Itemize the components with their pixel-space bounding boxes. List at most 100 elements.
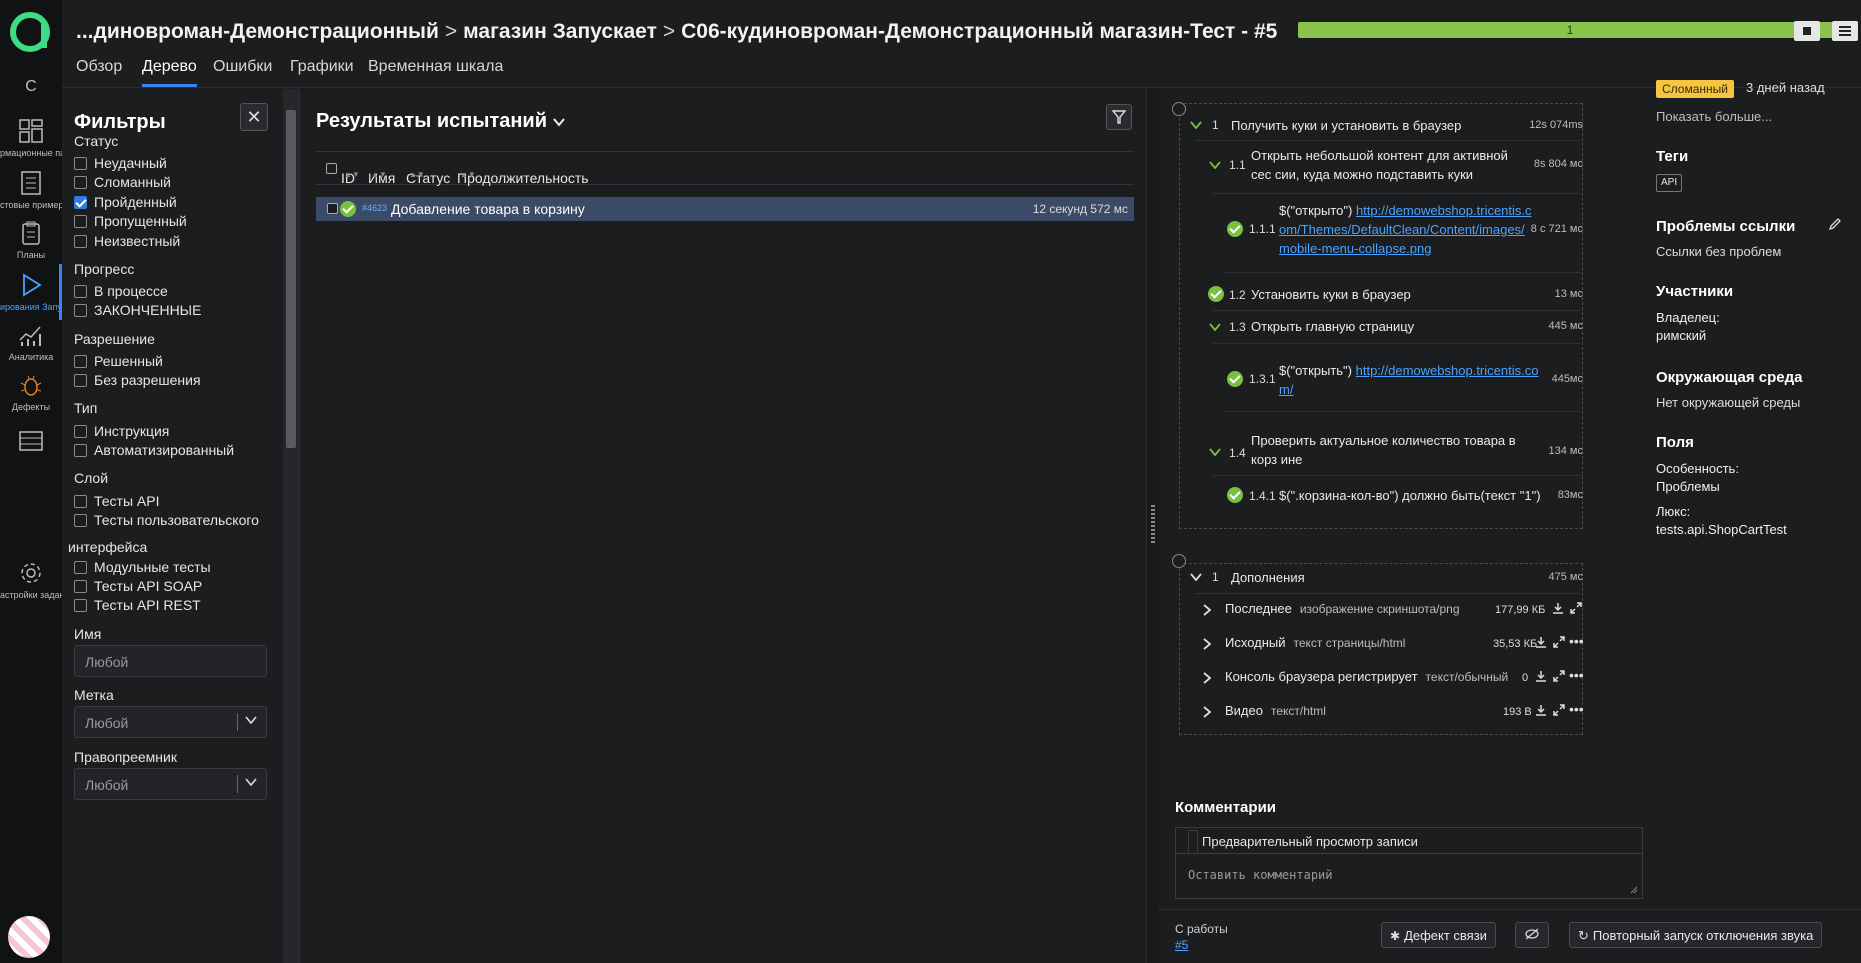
row-checkbox[interactable] — [327, 203, 338, 214]
expand-icon[interactable] — [1553, 636, 1565, 648]
filter-option[interactable]: Неудачный — [74, 155, 167, 171]
tab-tree[interactable]: Дерево — [142, 58, 197, 87]
select-all-checkbox[interactable] — [326, 163, 337, 174]
table-row[interactable]: #4623 Добавление товара в корзину 12 сек… — [316, 197, 1134, 221]
filter-option[interactable]: Тесты пользовательского — [74, 512, 259, 528]
expand-icon[interactable] — [1570, 602, 1582, 614]
sidebar-item-test-cases[interactable]: стовые примеры — [0, 170, 62, 210]
tag-badge[interactable]: API — [1656, 174, 1683, 192]
menu-button[interactable] — [1832, 21, 1858, 41]
download-icon[interactable] — [1535, 704, 1547, 716]
tab-timeline[interactable]: Временная шкала — [368, 58, 503, 84]
filter-option[interactable]: Пропущенный — [74, 213, 187, 229]
step-link[interactable]: http://demowebshop.tricentis.c — [1356, 203, 1532, 218]
drag-handle-icon[interactable] — [1151, 505, 1155, 545]
sidebar-item-dashboards[interactable]: рмационные панели — [0, 118, 62, 158]
sidebar-item-settings[interactable]: астройки заданий — [0, 560, 62, 600]
avatar[interactable] — [8, 916, 50, 958]
filter-option[interactable]: В процессе — [74, 283, 168, 299]
close-filters-button[interactable]: ✕ — [240, 103, 268, 131]
more-options-icon[interactable]: ••• — [1569, 667, 1584, 683]
checkbox[interactable] — [74, 495, 87, 508]
checkbox[interactable] — [74, 514, 87, 527]
checkbox[interactable] — [74, 235, 87, 248]
tab-charts[interactable]: Графики — [290, 58, 354, 84]
filter-option[interactable]: Сломанный — [74, 174, 171, 190]
resize-handle-icon[interactable] — [1630, 886, 1638, 894]
name-filter-input[interactable]: Любой — [74, 645, 267, 677]
show-more-link[interactable]: Показать больше... — [1656, 109, 1772, 124]
checkbox-checked[interactable] — [74, 196, 87, 209]
checkbox[interactable] — [74, 561, 87, 574]
tab-errors[interactable]: Ошибки — [213, 58, 272, 84]
tab-overview[interactable]: Обзор — [76, 58, 122, 84]
filter-option[interactable]: Модульные тесты — [74, 559, 211, 575]
rerun-button[interactable]: ↻ Повторный запуск отключения звука — [1569, 922, 1823, 948]
filter-option[interactable]: Тесты API REST — [74, 597, 201, 613]
checkbox[interactable] — [74, 580, 87, 593]
download-icon[interactable] — [1535, 670, 1547, 682]
sidebar-item-table[interactable] — [0, 428, 62, 458]
step-link[interactable]: m/ — [1279, 382, 1293, 397]
sidebar-item-defects[interactable]: Дефекты — [0, 372, 62, 412]
filter-option[interactable]: Неизвестный — [74, 233, 180, 249]
checkbox[interactable] — [74, 599, 87, 612]
checkbox[interactable] — [74, 374, 87, 387]
step-row[interactable]: 1.4 Проверить актуальное количество това… — [1159, 431, 1583, 471]
breadcrumb-project[interactable]: ...диновроман-Демонстрационный — [76, 20, 439, 43]
breadcrumb-launch[interactable]: магазин Запускает — [463, 20, 657, 43]
step-link[interactable]: mobile-menu-collapse.png — [1279, 241, 1431, 256]
step-link[interactable]: http://demowebshop.tricentis.co — [1356, 363, 1539, 378]
checkbox[interactable] — [74, 215, 87, 228]
checkbox[interactable] — [74, 285, 87, 298]
step-row[interactable]: 1.1 Открыть небольшой контент для активн… — [1159, 146, 1583, 186]
stop-button[interactable] — [1794, 21, 1820, 41]
sidebar-item-launches[interactable]: ирования Запуски — [0, 264, 62, 320]
attachment-row[interactable]: Последнее изображение скриншота/png — [1203, 601, 1460, 616]
step-row[interactable]: 1.3 Открыть главную страницу 445 мс — [1159, 317, 1583, 337]
sidebar-item-plans[interactable]: Планы — [0, 220, 62, 260]
expand-icon[interactable] — [1553, 670, 1565, 682]
attachments-row[interactable]: 1 Дополнения 475 мс — [1159, 568, 1583, 588]
checkbox[interactable] — [74, 304, 87, 317]
step-link[interactable]: om/Themes/DefaultClean/Content/images/ — [1279, 222, 1525, 237]
more-options-icon[interactable]: ••• — [1569, 701, 1584, 717]
filter-option[interactable]: Решенный — [74, 353, 163, 369]
project-letter[interactable]: C — [0, 78, 62, 96]
step-row[interactable]: 1 Получить куки и установить в браузер 1… — [1159, 116, 1583, 136]
results-title[interactable]: Результаты испытаний — [316, 110, 565, 133]
sidebar-item-analytics[interactable]: Аналитика — [0, 322, 62, 362]
from-job-link[interactable]: #5 — [1175, 938, 1188, 952]
filter-option[interactable]: Тесты API SOAP — [74, 578, 202, 594]
assignee-filter-select[interactable]: Любой — [74, 768, 267, 800]
mute-button[interactable] — [1515, 922, 1549, 948]
tag-filter-select[interactable]: Любой — [74, 706, 267, 738]
filter-option[interactable]: ЗАКОНЧЕННЫЕ — [74, 302, 201, 318]
tab-write[interactable] — [1188, 830, 1198, 852]
checkbox[interactable] — [74, 355, 87, 368]
tab-preview[interactable]: Предварительный просмотр записи — [1202, 834, 1418, 849]
comment-input[interactable]: Оставить комментарий — [1188, 868, 1333, 882]
link-defect-button[interactable]: ✱ Дефект связи — [1381, 922, 1496, 948]
attachment-row[interactable]: Исходный текст страницы/html — [1203, 635, 1405, 650]
download-icon[interactable] — [1552, 602, 1564, 614]
filter-option[interactable]: Автоматизированный — [74, 442, 234, 458]
checkbox[interactable] — [74, 157, 87, 170]
filter-option[interactable]: Тесты API — [74, 493, 159, 509]
filter-toggle-button[interactable] — [1106, 104, 1132, 130]
step-row[interactable]: 1.2 Установить куки в браузер 13 мс — [1159, 285, 1583, 305]
download-icon[interactable] — [1535, 636, 1547, 648]
expand-icon[interactable] — [1553, 704, 1565, 716]
step-row[interactable]: 1.4.1 $(".корзина-кол-во") должно быть(т… — [1159, 486, 1583, 506]
filters-scrollbar-thumb[interactable] — [286, 110, 296, 448]
step-row[interactable]: 1.1.1 $("открыто") http://demowebshop.tr… — [1159, 201, 1583, 263]
filter-option[interactable]: Пройденный — [74, 194, 177, 210]
panel-splitter[interactable] — [1147, 89, 1159, 963]
attachment-row[interactable]: Видео текст/html — [1203, 703, 1326, 718]
filter-option[interactable]: Инструкция — [74, 423, 169, 439]
checkbox[interactable] — [74, 176, 87, 189]
filter-option[interactable]: Без разрешения — [74, 372, 201, 388]
edit-icon[interactable] — [1828, 217, 1842, 231]
attachment-row[interactable]: Консоль браузера регистрирует текст/обычн… — [1203, 669, 1508, 684]
checkbox[interactable] — [74, 425, 87, 438]
